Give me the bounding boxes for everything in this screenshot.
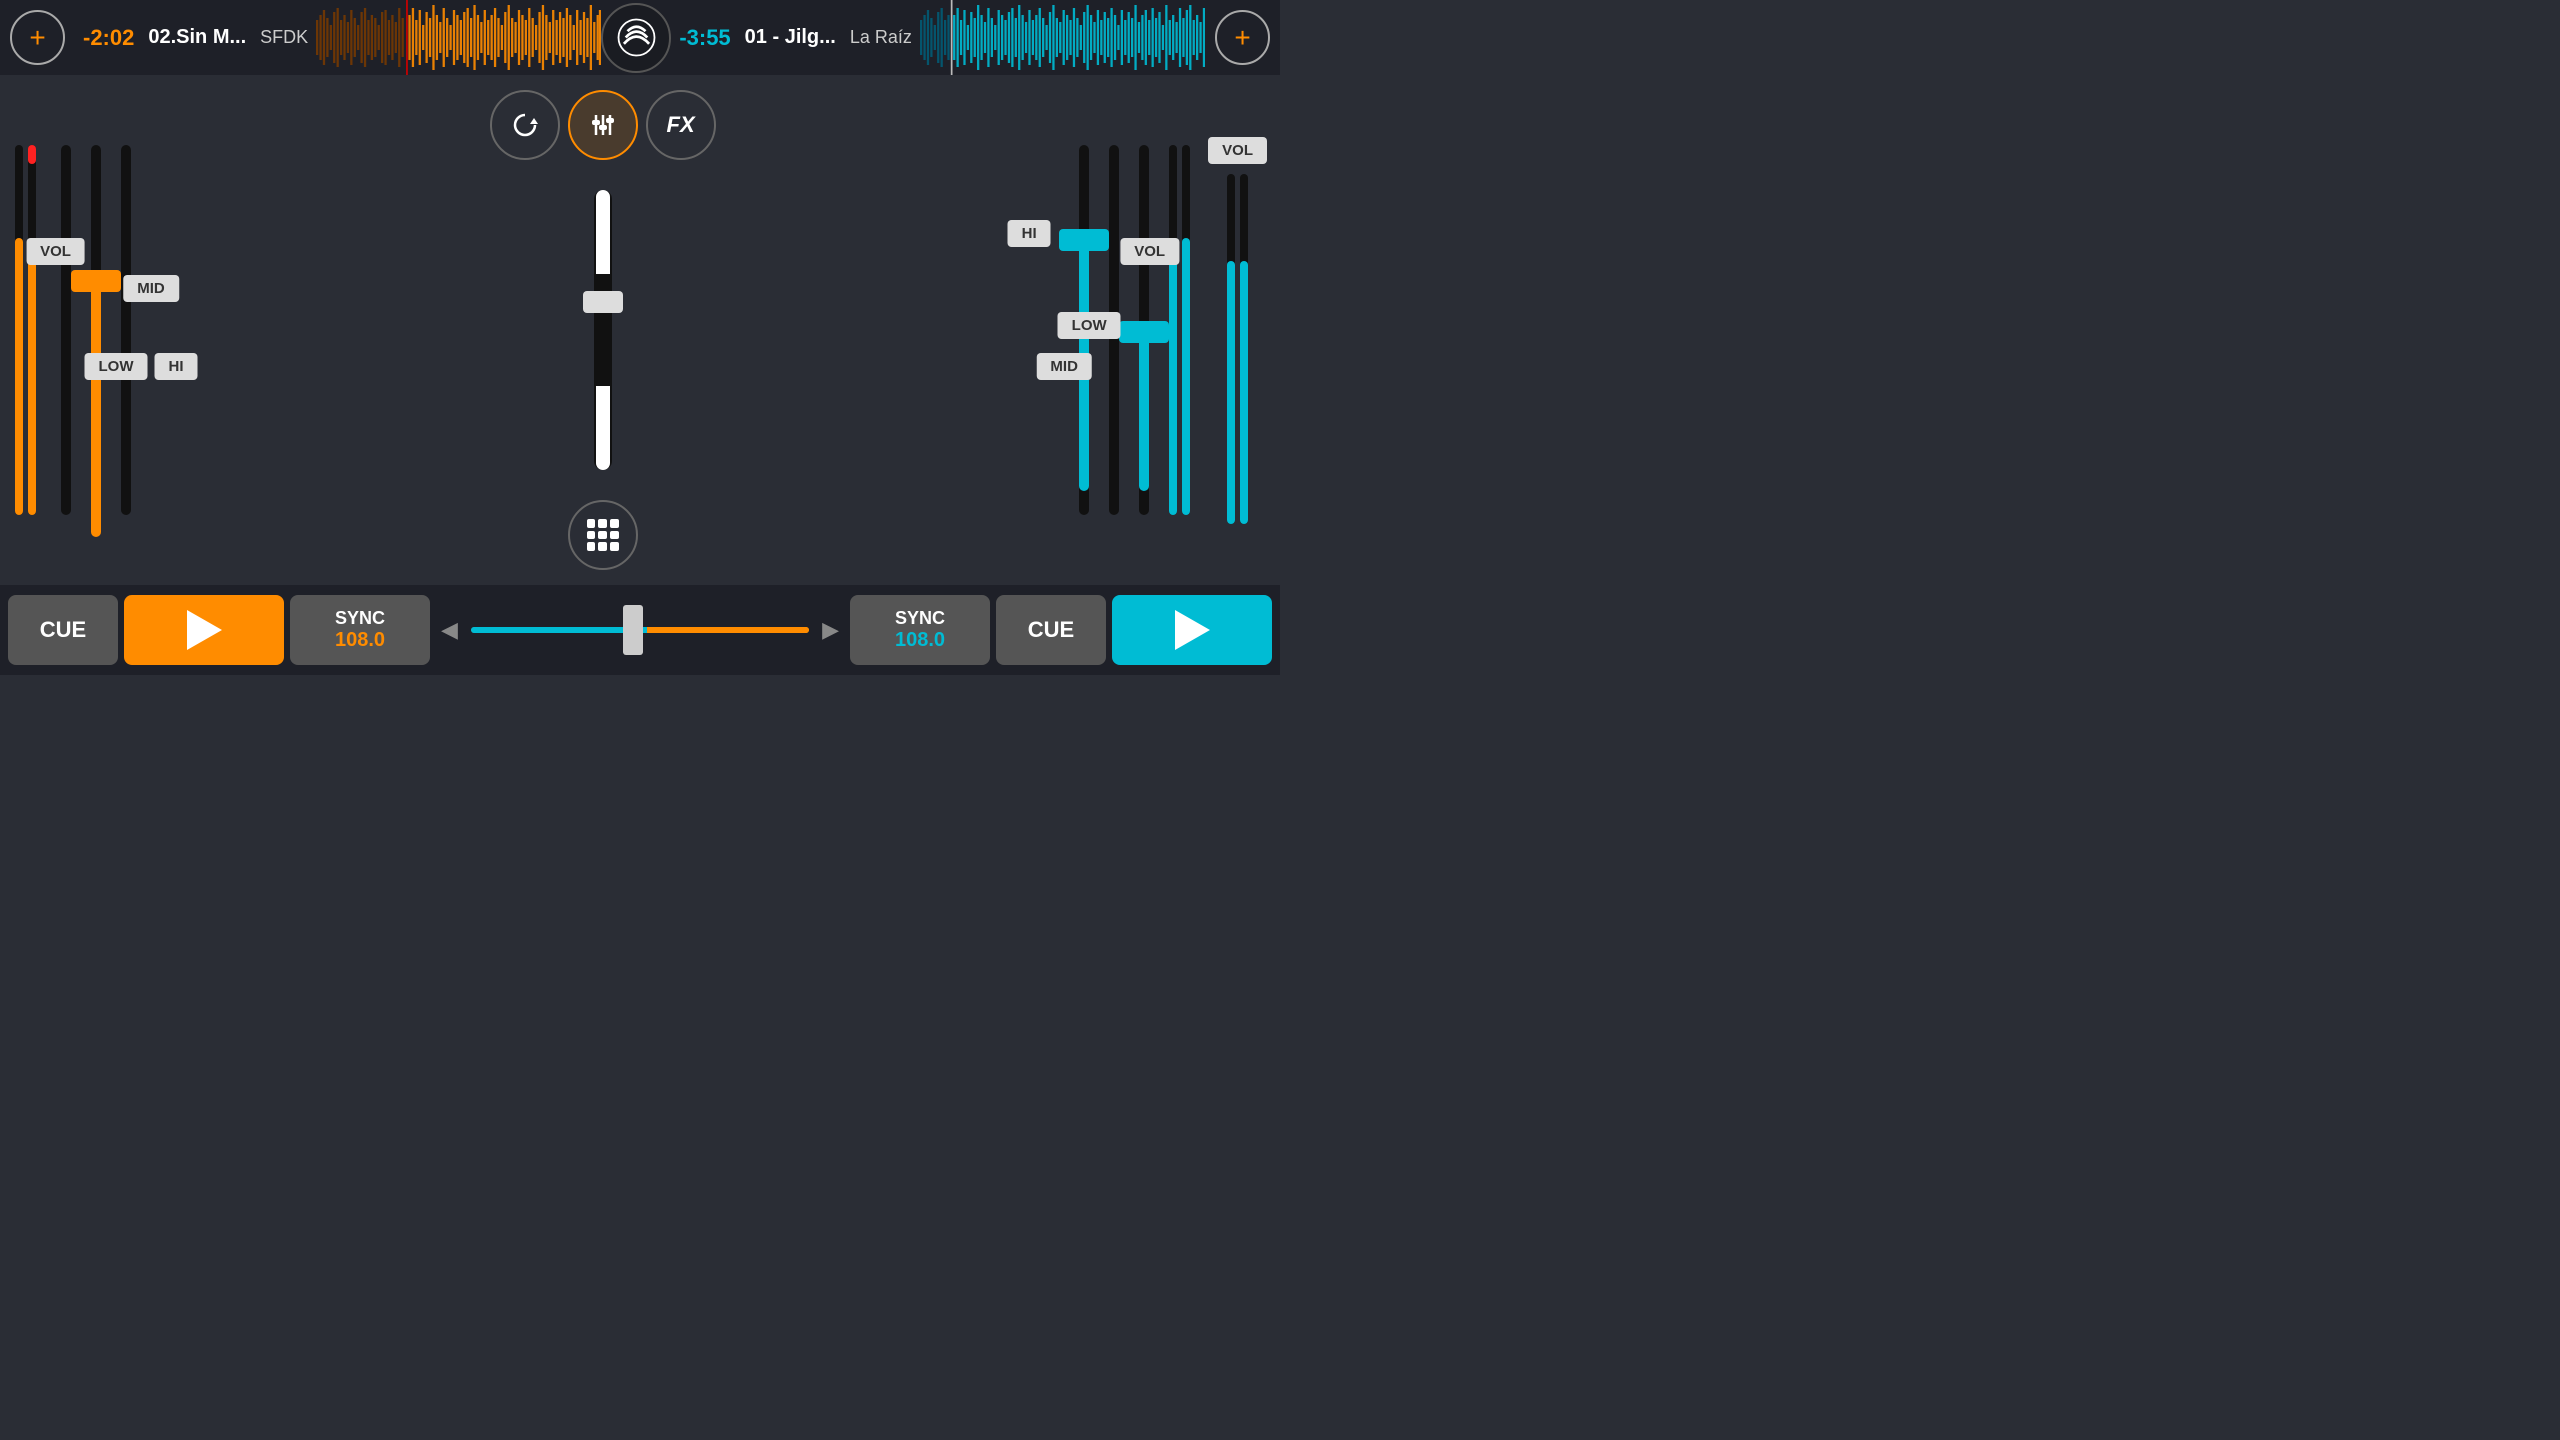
- right-low-label[interactable]: LOW: [1058, 312, 1121, 339]
- left-low-label[interactable]: LOW: [85, 353, 148, 380]
- djay-logo-icon: [614, 15, 659, 60]
- plus-icon-left: +: [29, 22, 45, 54]
- mixer-button[interactable]: [568, 90, 638, 160]
- mixer-section: VOL LOW MID HI: [0, 75, 1280, 585]
- reset-button[interactable]: [490, 90, 560, 160]
- right-waveform[interactable]: [920, 0, 1205, 75]
- grid-button[interactable]: [568, 500, 638, 570]
- left-play-button[interactable]: [124, 595, 284, 665]
- reset-icon: [510, 110, 540, 140]
- right-play-button[interactable]: [1112, 595, 1272, 665]
- right-vol-rails[interactable]: [1169, 145, 1190, 515]
- right-mid-label[interactable]: MID: [1036, 353, 1092, 380]
- left-cue-button[interactable]: CUE: [8, 595, 118, 665]
- far-right-vol-group: VOL: [1200, 85, 1275, 575]
- bottom-crossfader-section: ◀ ▶: [436, 617, 844, 643]
- plus-icon-right: +: [1234, 22, 1250, 54]
- left-vol-fader-group: VOL: [15, 100, 36, 560]
- crossfader-arrow-left: ◀: [436, 617, 463, 643]
- left-mid-label[interactable]: MID: [123, 275, 179, 302]
- add-right-button[interactable]: +: [1215, 10, 1270, 65]
- center-crossfader-rail[interactable]: [594, 190, 612, 470]
- right-low-fader-group: LOW: [1139, 100, 1149, 560]
- center-panel: FX: [503, 85, 703, 575]
- left-sync-bpm: 108.0: [335, 629, 385, 652]
- right-sync-bpm: 108.0: [895, 629, 945, 652]
- far-right-rails[interactable]: [1227, 174, 1248, 524]
- right-waveform-svg: [920, 0, 1205, 75]
- left-hi-label[interactable]: HI: [155, 353, 198, 380]
- center-crossfader-thumb[interactable]: [583, 291, 623, 313]
- right-vol-fader-group: VOL: [1169, 100, 1190, 560]
- right-low-thumb[interactable]: [1119, 321, 1169, 343]
- right-deck-artist: La Raíz: [850, 27, 912, 48]
- crossfader-track[interactable]: [471, 627, 809, 633]
- fx-label: FX: [667, 112, 695, 138]
- left-waveform[interactable]: [316, 0, 601, 75]
- center-crossfader-section: [594, 160, 612, 500]
- left-vol-label[interactable]: VOL: [26, 238, 85, 265]
- crossfader-handle[interactable]: [623, 605, 643, 655]
- right-vol-label[interactable]: VOL: [1120, 238, 1179, 265]
- right-deck-title: 01 - Jilg...: [745, 26, 836, 49]
- left-mid-fader-group: MID: [91, 100, 101, 560]
- left-hi-rail[interactable]: [121, 145, 131, 515]
- left-play-icon: [187, 610, 222, 650]
- right-deck-time: -3:55: [679, 25, 730, 51]
- crossfader-arrow-right: ▶: [817, 617, 844, 643]
- left-low-rail[interactable]: [61, 145, 71, 515]
- left-deck-time: -2:02: [83, 25, 134, 51]
- right-hi-thumb[interactable]: [1059, 229, 1109, 251]
- right-sync-label: SYNC: [895, 608, 945, 629]
- right-cue-button[interactable]: CUE: [996, 595, 1106, 665]
- left-faders-panel: VOL LOW MID HI: [5, 85, 503, 575]
- left-low-fader-group: LOW: [61, 100, 71, 560]
- add-left-button[interactable]: +: [10, 10, 65, 65]
- right-faders-panel: VOL LOW MID HI: [703, 85, 1201, 575]
- left-waveform-svg: [316, 0, 601, 75]
- center-top-buttons: FX: [490, 90, 716, 160]
- left-mid-thumb[interactable]: [71, 270, 121, 292]
- left-sync-button[interactable]: SYNC 108.0: [290, 595, 430, 665]
- left-deck-artist: SFDK: [260, 27, 308, 48]
- center-logo[interactable]: [601, 3, 671, 73]
- right-hi-label[interactable]: HI: [1008, 220, 1051, 247]
- left-deck-title: 02.Sin M...: [148, 26, 246, 49]
- right-play-icon: [1175, 610, 1210, 650]
- grid-icon: [587, 519, 619, 551]
- far-right-vol-label: VOL: [1208, 137, 1267, 164]
- right-sync-button[interactable]: SYNC 108.0: [850, 595, 990, 665]
- left-sync-label: SYNC: [335, 608, 385, 629]
- left-vol-rails[interactable]: [15, 145, 36, 515]
- top-bar: + -2:02 02.Sin M... SFDK: [0, 0, 1280, 75]
- bottom-bar: CUE SYNC 108.0 ◀ ▶ SYNC 108.0 CUE: [0, 585, 1280, 675]
- mixer-icon: [588, 110, 618, 140]
- left-hi-fader-group: HI: [121, 100, 131, 560]
